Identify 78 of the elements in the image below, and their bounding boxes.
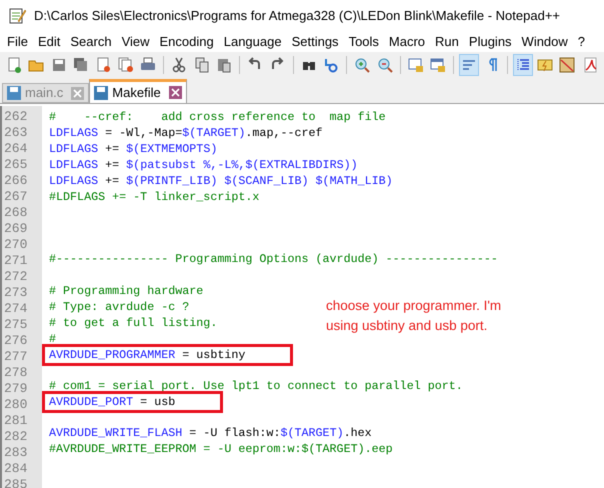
line-number: 279 <box>3 381 28 397</box>
line-number: 264 <box>3 141 28 157</box>
code-line: AVRDUDE_WRITE_FLASH = -U flash:w:$(TARGET).hex <box>49 425 372 442</box>
menu-item[interactable]: Encoding <box>154 32 219 52</box>
line-number: 266 <box>3 173 28 189</box>
annotation-text: choose your programmer. I'm using usbtiny and usb port. <box>326 297 502 335</box>
folder-lightning-icon <box>537 57 554 73</box>
code-line: # to get a full listing. <box>49 314 218 330</box>
line-number: 280 <box>3 397 28 413</box>
menu-item[interactable]: File <box>2 32 33 52</box>
close-file-icon <box>95 57 112 73</box>
line-number: 275 <box>3 317 28 333</box>
zoom-in-icon <box>354 57 370 73</box>
code-line: # Type: avrdude -c ? <box>49 298 190 314</box>
code-line: #LDFLAGS += -T linker_script.x <box>49 189 260 205</box>
menu-item[interactable]: Tools <box>344 32 384 52</box>
copy-icon <box>194 57 210 73</box>
line-number: 262 <box>3 109 28 125</box>
line-number: 281 <box>3 413 28 429</box>
menu-item[interactable]: Macro <box>384 32 430 52</box>
save-icon <box>50 57 67 73</box>
code-line: # Programming hardware <box>49 282 204 298</box>
line-number: 270 <box>3 237 28 253</box>
line-number: 271 <box>3 253 28 269</box>
code-line: # <box>49 330 56 346</box>
line-number: 282 <box>3 429 28 445</box>
line-number: 274 <box>3 301 28 317</box>
line-number: 265 <box>3 157 28 173</box>
menu-item[interactable]: Run <box>430 32 464 52</box>
line-number: 277 <box>3 349 28 365</box>
line-number: 268 <box>3 205 28 221</box>
line-number: 273 <box>3 285 28 301</box>
code-line: #---------------- Programming Options (avrdude) ---------------- <box>49 251 498 268</box>
notepad-icon <box>8 7 26 25</box>
code-line: # --cref: add cross reference to map file <box>49 109 386 125</box>
save-icon <box>7 86 21 100</box>
new-file-icon <box>6 57 22 73</box>
indent-guide-button[interactable] <box>512 54 534 76</box>
line-number: 284 <box>3 461 28 477</box>
print-icon <box>140 57 156 73</box>
menu-item[interactable]: View <box>116 32 155 52</box>
code-line: #AVRDUDE_WRITE_EEPROM = -U eeprom:w:$(TARGET).eep <box>49 441 393 458</box>
menu-item[interactable]: ? <box>572 32 590 52</box>
zoom-out-icon <box>376 57 393 73</box>
indent-guide-icon <box>514 57 531 73</box>
window-title: D:\Carlos Siles\Electronics\Programs for Atmega328 (C)\LEDon Blink\Makefile - Notepad++ <box>34 7 560 26</box>
menu-item[interactable]: Plugins <box>464 32 517 52</box>
window-lock-icon <box>408 57 424 73</box>
window-lock-icon <box>430 57 446 73</box>
file-tab[interactable]: Makefile <box>89 79 187 103</box>
close-all-icon <box>118 57 134 73</box>
line-number: 278 <box>3 365 28 381</box>
word-wrap-button[interactable] <box>459 54 480 76</box>
cut-icon <box>171 57 188 73</box>
code-line: LDFLAGS += $(PRINTF_LIB) $(SCANF_LIB) $(MATH_LIB) <box>49 173 393 189</box>
line-number: 276 <box>3 333 28 349</box>
line-number: 269 <box>3 221 28 237</box>
code-line: AVRDUDE_PORT = usb <box>49 394 176 410</box>
save-all-icon <box>73 57 90 73</box>
line-number: 283 <box>3 445 28 461</box>
paste-icon <box>216 57 232 73</box>
menu-item[interactable]: Edit <box>32 32 66 52</box>
menu-item[interactable]: Search <box>65 32 117 52</box>
code-line: LDFLAGS += $(patsubst %,-L%,$(EXTRALIBDIRS)) <box>49 157 358 173</box>
line-number: 285 <box>3 477 28 488</box>
close-icon[interactable] <box>168 86 182 99</box>
pdf-icon <box>582 57 598 73</box>
line-number: 272 <box>3 269 28 285</box>
save-icon <box>94 86 108 100</box>
line-number: 267 <box>3 189 28 205</box>
code-line: # com1 = serial port. Use lpt1 to connect to parallel port. <box>49 378 463 394</box>
code-line: LDFLAGS = -Wl,-Map=$(TARGET).map,--cref <box>49 125 323 141</box>
menu-item[interactable]: Language <box>218 32 287 52</box>
menu-item[interactable]: Settings <box>286 32 344 52</box>
code-line: LDFLAGS += $(EXTMEMOPTS) <box>49 141 218 157</box>
line-number: 263 <box>3 125 28 141</box>
menu-item[interactable]: Window <box>516 32 573 52</box>
code-line: AVRDUDE_PROGRAMMER = usbtiny <box>49 346 246 362</box>
